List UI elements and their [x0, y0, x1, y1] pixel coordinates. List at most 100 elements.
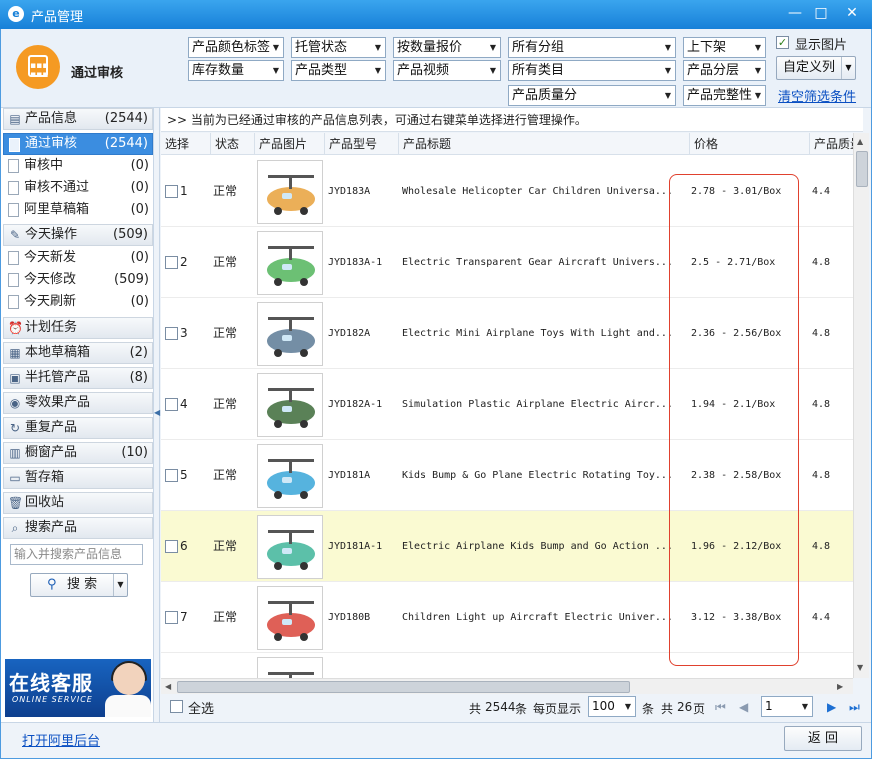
sidebar-item-approved[interactable]: 通过审核 (2544) — [3, 133, 153, 155]
document-icon — [8, 181, 19, 195]
prev-page-icon[interactable]: ◀ — [739, 700, 748, 714]
product-thumbnail[interactable] — [257, 302, 323, 366]
filter-quality-score[interactable]: 产品质量分 ▼ — [508, 85, 676, 106]
product-thumbnail[interactable] — [257, 231, 323, 295]
per-page-select[interactable]: 100 ▼ — [588, 696, 636, 717]
row-model: JYD181A-1 — [328, 541, 383, 552]
product-thumbnail[interactable] — [257, 657, 323, 678]
scroll-thumb[interactable] — [856, 151, 868, 187]
row-title: Simulation Plastic Airplane Electric Air… — [402, 399, 673, 410]
filter-color-tag[interactable]: 产品颜色标签 ▼ — [188, 37, 284, 58]
column-image[interactable]: 产品图片 — [255, 133, 325, 155]
online-service-banner[interactable]: 在线客服 ONLINE SERVICE — [5, 659, 151, 717]
table-row[interactable]: 4 正常 JYD182A-1 Simulation Plastic Airplane … — [161, 369, 853, 440]
row-number: 6 — [180, 539, 188, 553]
horizontal-scrollbar[interactable]: ◀ ▶ — [161, 678, 853, 694]
filter-stock[interactable]: 库存数量 ▼ — [188, 60, 284, 81]
product-thumbnail[interactable] — [257, 373, 323, 437]
filter-product-type[interactable]: 产品类型 ▼ — [291, 60, 386, 81]
row-number: 3 — [180, 326, 188, 340]
sidebar-item-today-modified[interactable]: 今天修改 (509) — [3, 269, 153, 291]
table-row[interactable]: 6 正常 JYD181A-1 Electric Airplane Kids Bump … — [161, 511, 853, 582]
filter-layer[interactable]: 产品分层 ▼ — [683, 60, 766, 81]
last-page-icon[interactable]: ⏭ — [849, 700, 860, 715]
column-price[interactable]: 价格 — [690, 133, 810, 155]
sidebar-group-zero-effect[interactable]: ◉ 零效果产品 — [3, 392, 153, 414]
select-all-checkbox[interactable] — [170, 700, 183, 713]
table-row[interactable]: 5 正常 JYD181A Kids Bump & Go Plane Electric … — [161, 440, 853, 511]
next-page-icon[interactable]: ▶ — [827, 700, 836, 714]
clear-filters-link[interactable]: 清空筛选条件 — [778, 86, 856, 105]
sidebar-group-recycle-bin[interactable]: 🗑 回收站 — [3, 492, 153, 514]
table-row[interactable]: 7 正常 JYD180B Children Light up Aircraft Ele… — [161, 582, 853, 653]
first-page-icon[interactable]: ⏮ — [715, 700, 726, 715]
table-row[interactable] — [161, 653, 853, 678]
table-row[interactable]: 2 正常 JYD183A-1 Electric Transparent Gear Ai… — [161, 227, 853, 298]
sidebar-group-semi-managed[interactable]: ▣ 半托管产品 (8) — [3, 367, 153, 389]
sidebar-collapse-handle[interactable]: ◀ — [154, 108, 160, 723]
sidebar-item-reviewing[interactable]: 审核中 (0) — [3, 155, 153, 177]
show-images-checkbox[interactable]: ✓ — [776, 36, 789, 49]
filter-managed-status[interactable]: 托管状态 ▼ — [291, 37, 386, 58]
filter-category[interactable]: 所有类目 ▼ — [508, 60, 676, 81]
sidebar-item-ali-drafts[interactable]: 阿里草稿箱 (0) — [3, 199, 153, 221]
row-status: 正常 — [213, 255, 238, 269]
sidebar-group-local-drafts[interactable]: ▦ 本地草稿箱 (2) — [3, 342, 153, 364]
row-checkbox[interactable] — [165, 256, 178, 269]
table-row[interactable]: 3 正常 JYD182A Electric Mini Airplane Toys Wi… — [161, 298, 853, 369]
filter-group[interactable]: 所有分组 ▼ — [508, 37, 676, 58]
custom-columns-button[interactable]: 自定义列 ▼ — [776, 56, 856, 80]
scroll-thumb[interactable] — [177, 681, 630, 693]
product-thumbnail[interactable] — [257, 515, 323, 579]
product-thumbnail[interactable] — [257, 444, 323, 508]
column-title[interactable]: 产品标题 — [399, 133, 690, 155]
sidebar-group-duplicates[interactable]: ↻ 重复产品 — [3, 417, 153, 439]
info-bar: >> 当前为已经通过审核的产品信息列表，可通过右键菜单选择进行管理操作。 — [161, 108, 863, 132]
scroll-up-icon[interactable]: ▲ — [857, 137, 863, 146]
row-checkbox[interactable] — [165, 327, 178, 340]
column-select[interactable]: 选择 — [161, 133, 211, 155]
filter-listing[interactable]: 上下架 ▼ — [683, 37, 766, 58]
filter-completeness[interactable]: 产品完整性 ▼ — [683, 85, 766, 106]
scroll-down-icon[interactable]: ▼ — [857, 663, 863, 672]
column-quality-score[interactable]: 产品质量分 — [810, 133, 853, 155]
scroll-right-icon[interactable]: ▶ — [837, 682, 843, 691]
chevron-down-icon: ▼ — [754, 66, 761, 75]
sidebar-group-showcase[interactable]: ▥ 橱窗产品 (10) — [3, 442, 153, 464]
row-checkbox[interactable] — [165, 469, 178, 482]
sidebar-group-product-info[interactable]: ▤ 产品信息 (2544) — [3, 108, 153, 130]
filter-quantity-price[interactable]: 按数量报价 ▼ — [393, 37, 501, 58]
product-thumbnail[interactable] — [257, 160, 323, 224]
sidebar-group-scheduled[interactable]: ⏰ 计划任务 — [3, 317, 153, 339]
sidebar-search-input[interactable]: 输入并搜索产品信息 — [10, 544, 143, 565]
minimize-button[interactable]: — — [784, 3, 806, 23]
vertical-scrollbar[interactable]: ▲ ▼ — [853, 133, 869, 678]
row-number: 7 — [180, 610, 188, 624]
row-checkbox[interactable] — [165, 185, 178, 198]
sidebar-item-today-new[interactable]: 今天新发 (0) — [3, 247, 153, 269]
scroll-left-icon[interactable]: ◀ — [165, 682, 171, 691]
sidebar-group-today[interactable]: ✎ 今天操作 (509) — [3, 224, 153, 246]
row-checkbox[interactable] — [165, 540, 178, 553]
sidebar-search-button[interactable]: ⚲ 搜 索 ▼ — [30, 573, 128, 597]
sidebar-item-rejected[interactable]: 审核不通过 (0) — [3, 177, 153, 199]
filter-video[interactable]: 产品视频 ▼ — [393, 60, 501, 81]
search-icon: ⌕ — [11, 521, 19, 535]
sidebar-group-temp-box[interactable]: ▭ 暂存箱 — [3, 467, 153, 489]
current-page-select[interactable]: 1 ▼ — [761, 696, 813, 717]
row-model: JYD182A-1 — [328, 399, 383, 410]
open-backend-link[interactable]: 打开阿里后台 — [22, 730, 100, 749]
maximize-button[interactable]: □ — [810, 3, 832, 23]
table-row[interactable]: 1 正常 JYD183A Wholesale Helicopter Car Child… — [161, 156, 853, 227]
row-checkbox[interactable] — [165, 611, 178, 624]
document-icon — [8, 273, 19, 287]
close-button[interactable]: ✕ — [841, 3, 863, 23]
row-checkbox[interactable] — [165, 398, 178, 411]
product-thumbnail[interactable] — [257, 586, 323, 650]
sidebar-group-search[interactable]: ⌕ 搜索产品 — [3, 517, 153, 539]
back-button[interactable]: 返 回 — [784, 726, 862, 751]
column-model[interactable]: 产品型号 — [325, 133, 399, 155]
sidebar-item-today-refreshed[interactable]: 今天刷新 (0) — [3, 291, 153, 313]
column-status[interactable]: 状态 — [211, 133, 255, 155]
row-status: 正常 — [213, 539, 238, 553]
